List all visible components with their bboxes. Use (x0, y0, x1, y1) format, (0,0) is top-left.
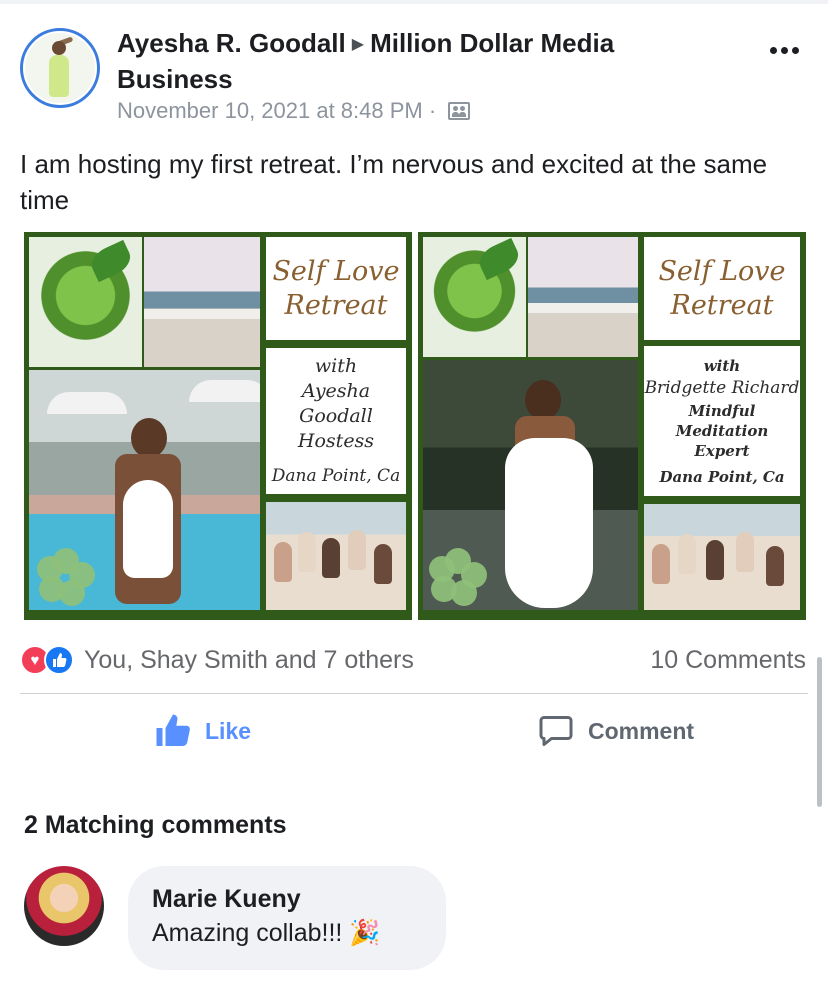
top-divider (0, 0, 828, 4)
scrollbar[interactable] (817, 657, 822, 807)
reactions-divider (20, 693, 808, 694)
flyer-location: Dana Point, Ca (271, 465, 401, 486)
flyer-title-card: Self Love Retreat (644, 237, 800, 340)
commenter-name[interactable]: Marie Kueny (152, 882, 446, 916)
comment-label: Comment (588, 717, 695, 744)
flyer-title-line1: Self Love (658, 255, 786, 287)
flyer-host-role-line1: Mindful Meditation (675, 401, 769, 440)
flyer-host-name: Bridgette Richard (644, 377, 800, 398)
flyer-title-card: Self Love Retreat (266, 237, 406, 340)
flyer-host-role-line2: Expert (694, 441, 750, 460)
post-timestamp-line: November 10, 2021 at 8:48 PM · (117, 97, 471, 125)
author-name-link[interactable]: Ayesha R. Goodall (117, 28, 346, 58)
post-photo-1[interactable]: Self Love Retreat with Ayesha Goodall Ho… (24, 232, 412, 620)
author-avatar-image (25, 33, 95, 103)
more-options-button[interactable] (764, 38, 804, 62)
flyer-title-line1: Self Love (272, 255, 400, 287)
flyer-title-line2: Retreat (284, 289, 388, 321)
pool-photo (29, 370, 260, 610)
flyer-host-name: Ayesha Goodall (299, 379, 373, 427)
speech-bubble-icon (539, 716, 573, 746)
author-avatar[interactable] (20, 28, 100, 108)
flyer-host-role: Hostess (297, 429, 375, 452)
smoothie-image (423, 237, 526, 357)
flyer-with-label: with (314, 354, 358, 377)
flyer-title-line2: Retreat (670, 289, 774, 321)
like-icon (44, 645, 74, 675)
beach-image (144, 237, 260, 367)
group-photo (266, 502, 406, 610)
like-button[interactable]: Like (155, 708, 251, 754)
commenter-avatar[interactable] (24, 866, 104, 946)
dot-icon (780, 46, 788, 54)
friends-icon[interactable] (448, 102, 471, 120)
comment-button[interactable]: Comment (538, 708, 694, 754)
comments-count[interactable]: 10 Comments (650, 644, 806, 676)
flyer-host-card: with Ayesha Goodall Hostess Dana Point, … (266, 348, 406, 494)
flyer-with-label: with (703, 356, 741, 375)
thumbs-up-icon (156, 714, 190, 746)
reactions-names[interactable]: You, Shay Smith and 7 others (84, 646, 414, 675)
dot-icon (769, 46, 777, 54)
comment-bubble: Marie Kueny Amazing collab!!! 🎉 (128, 866, 446, 970)
matching-comments-heading: 2 Matching comments (24, 811, 287, 839)
garden-photo (423, 360, 638, 610)
post-text: I am hosting my first retreat. I’m nervo… (20, 149, 768, 215)
smoothie-image (29, 237, 142, 367)
post-timestamp[interactable]: November 10, 2021 at 8:48 PM (117, 98, 423, 123)
triangle-right-icon: ▶ (351, 36, 365, 53)
dot-icon (791, 46, 799, 54)
reactions-summary[interactable]: ♥ You, Shay Smith and 7 others (20, 644, 414, 676)
flyer-location: Dana Point, Ca (659, 467, 785, 486)
beach-image (528, 237, 638, 357)
like-label: Like (205, 717, 252, 744)
group-photo (644, 504, 800, 610)
post-photo-2[interactable]: Self Love Retreat with Bridgette Richard… (418, 232, 806, 620)
timestamp-separator: · (428, 98, 437, 123)
flyer-host-card: with Bridgette Richard Mindful Meditatio… (644, 346, 800, 496)
post-author-line: Ayesha R. Goodall ▶ Million Dollar Media B… (117, 26, 737, 96)
comment-text: Amazing collab!!! 🎉 (152, 919, 381, 947)
